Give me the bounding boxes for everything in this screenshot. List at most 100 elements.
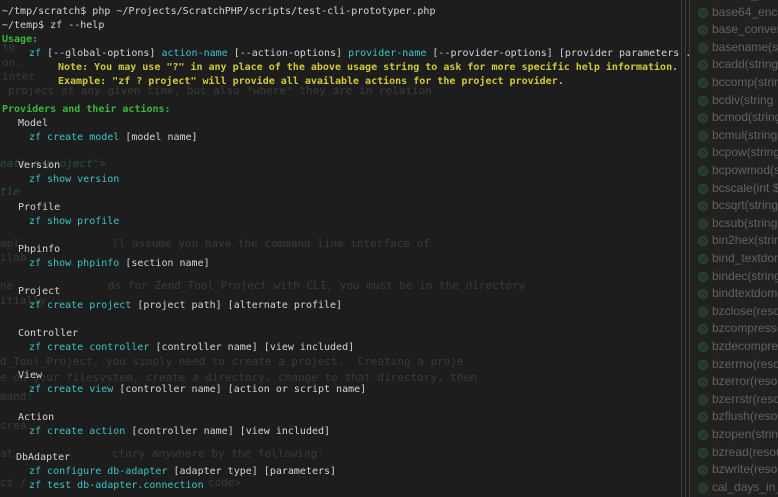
terminal-text-segment: Controller xyxy=(18,328,78,339)
function-bullet-icon xyxy=(698,25,708,35)
function-bullet-icon xyxy=(698,43,708,53)
terminal-line: Controller xyxy=(18,327,78,340)
autocomplete-item-label: bcdiv(string xyxy=(712,93,773,107)
autocomplete-item[interactable]: bcpowmod(string xyxy=(690,162,778,180)
autocomplete-item[interactable]: cal_days_in_month(int xyxy=(690,479,778,497)
function-bullet-icon xyxy=(698,219,708,229)
terminal-text-segment: zf create action xyxy=(29,426,131,437)
autocomplete-item[interactable]: bindtextdomain(string xyxy=(690,285,778,303)
terminal-line: View xyxy=(18,369,42,382)
autocomplete-item-label: bcmod(string xyxy=(712,110,778,124)
terminal-line: Example: "zf ? project" will provide all… xyxy=(58,75,564,88)
autocomplete-item[interactable]: bzopen(string xyxy=(690,426,778,444)
terminal-text-segment: zf show phpinfo xyxy=(29,258,125,269)
autocomplete-item[interactable]: bzdecompress(string xyxy=(690,338,778,356)
autocomplete-item[interactable]: bzwrite(resource xyxy=(690,461,778,479)
terminal-text-segment: Version xyxy=(18,160,60,171)
autocomplete-item[interactable]: bzclose(resource xyxy=(690,303,778,321)
function-bullet-icon xyxy=(698,148,708,158)
terminal-line: DbAdapter xyxy=(16,451,70,464)
terminal-text-segment: Example: "zf ? project" will provide all… xyxy=(58,76,564,87)
ghost-text-fragment: ct / xyxy=(0,476,27,489)
autocomplete-item[interactable]: bcpow(string xyxy=(690,144,778,162)
ghost-text-fragment: on. xyxy=(2,56,22,69)
terminal-text-segment: DbAdapter xyxy=(16,452,70,463)
terminal-text-segment: [section name] xyxy=(125,258,209,269)
function-bullet-icon xyxy=(698,60,708,70)
ghost-text-fragment: tle xyxy=(0,185,20,198)
terminal-text-segment: zf create controller xyxy=(29,342,155,353)
terminal-text-segment: View xyxy=(18,370,42,381)
terminal-line: Providers and their actions: xyxy=(2,103,171,116)
autocomplete-item[interactable]: bcsub(string xyxy=(690,215,778,233)
autocomplete-item[interactable]: bzerrstr(resource xyxy=(690,391,778,409)
autocomplete-item[interactable]: bzread(resource xyxy=(690,444,778,462)
ghost-text-fragment: at xyxy=(0,447,13,460)
autocomplete-item[interactable]: bcmul(string xyxy=(690,127,778,145)
function-bullet-icon xyxy=(698,430,708,440)
terminal-text-segment: zf test db-adapter.connection xyxy=(29,480,204,491)
autocomplete-item-label: cal_days_in_month(int xyxy=(712,480,778,494)
function-bullet-icon xyxy=(698,360,708,370)
terminal-text-segment: Note: You may use "?" in any place of th… xyxy=(58,62,678,73)
autocomplete-item-label: base64_encode(string xyxy=(712,5,778,19)
autocomplete-item[interactable]: bcmod(string xyxy=(690,109,778,127)
autocomplete-item-label: bcpowmod(string xyxy=(712,163,778,177)
terminal-text-segment: zf show profile xyxy=(29,216,119,227)
autocomplete-item[interactable]: basename(string xyxy=(690,39,778,57)
autocomplete-item-label: base_convert(string xyxy=(712,22,778,36)
function-bullet-icon xyxy=(698,377,708,387)
autocomplete-item[interactable]: bzerror(resource xyxy=(690,373,778,391)
autocomplete-item-label: bccomp(string xyxy=(712,75,778,89)
autocomplete-item[interactable]: bcsqrt(string xyxy=(690,197,778,215)
autocomplete-item[interactable]: bzerrno(resource xyxy=(690,356,778,374)
autocomplete-item-label: bzwrite(resource xyxy=(712,462,778,476)
autocomplete-item-label: bind_textdomain_codeset xyxy=(712,251,778,265)
terminal-text-segment: Profile xyxy=(18,202,60,213)
autocomplete-item[interactable]: bind_textdomain_codeset xyxy=(690,250,778,268)
terminal-text-segment: ~/temp$ zf --help xyxy=(2,20,104,31)
terminal-line: zf show profile xyxy=(29,215,119,228)
terminal-line: Note: You may use "?" in any place of th… xyxy=(58,61,678,74)
function-bullet-icon xyxy=(698,324,708,334)
terminal-text-segment: [controller name] [view included] xyxy=(131,426,330,437)
function-bullet-icon xyxy=(698,448,708,458)
autocomplete-item[interactable]: bcadd(string xyxy=(690,56,778,74)
terminal-text-segment: Project xyxy=(18,286,60,297)
terminal-text-segment: Usage: xyxy=(2,34,38,45)
autocomplete-item[interactable]: bzcompress(string xyxy=(690,320,778,338)
autocomplete-item[interactable]: bzflush(resource xyxy=(690,408,778,426)
terminal-text-segment: zf create view xyxy=(29,384,119,395)
function-bullet-icon xyxy=(698,465,708,475)
function-bullet-icon xyxy=(698,201,708,211)
terminal-line: zf create controller [controller name] [… xyxy=(29,341,354,354)
terminal-line: Phpinfo xyxy=(18,243,60,256)
terminal-line: zf test db-adapter.connection xyxy=(29,479,204,492)
autocomplete-item[interactable]: bcscale(int $scale xyxy=(690,180,778,198)
autocomplete-item[interactable]: bccomp(string xyxy=(690,74,778,92)
terminal-line: zf create action [controller name] [view… xyxy=(29,425,330,438)
autocomplete-item-label: bzerrno(resource xyxy=(712,357,778,371)
autocomplete-item[interactable]: bcdiv(string xyxy=(690,92,778,110)
autocomplete-item[interactable]: base_convert(string xyxy=(690,21,778,39)
terminal-text-segment: ~/tmp/scratch$ php ~/Projects/ScratchPHP… xyxy=(2,6,435,17)
ghost-text-fragment: ds for Zend_Tool_Project with CLI, you m… xyxy=(108,279,525,292)
autocomplete-item-label: bzdecompress(string xyxy=(712,339,778,353)
terminal-text-segment: [model name] xyxy=(125,132,197,143)
terminal-line: ~/tmp/scratch$ php ~/Projects/ScratchPHP… xyxy=(2,5,435,18)
autocomplete-item[interactable]: bin2hex(string xyxy=(690,232,778,250)
terminal-text-segment: provider-name xyxy=(348,48,432,59)
autocomplete-item-label: bzerrstr(resource xyxy=(712,392,778,406)
function-bullet-icon xyxy=(698,483,708,493)
autocomplete-panel: base64_decode(stringbase64_encode(string… xyxy=(690,0,778,497)
terminal-line: Usage: xyxy=(2,33,38,46)
function-bullet-icon xyxy=(698,184,708,194)
ghost-text-fragment: d_Tool_Project, you simply need to creat… xyxy=(0,355,464,368)
autocomplete-item[interactable]: base64_encode(string xyxy=(690,4,778,22)
autocomplete-item-label: bzclose(resource xyxy=(712,304,778,318)
autocomplete-item[interactable]: bindec(string xyxy=(690,268,778,286)
function-bullet-icon xyxy=(698,236,708,246)
terminal-line: zf create model [model name] xyxy=(29,131,198,144)
terminal-line: zf show version xyxy=(29,173,119,186)
terminal-line: ~/temp$ zf --help xyxy=(2,19,104,32)
